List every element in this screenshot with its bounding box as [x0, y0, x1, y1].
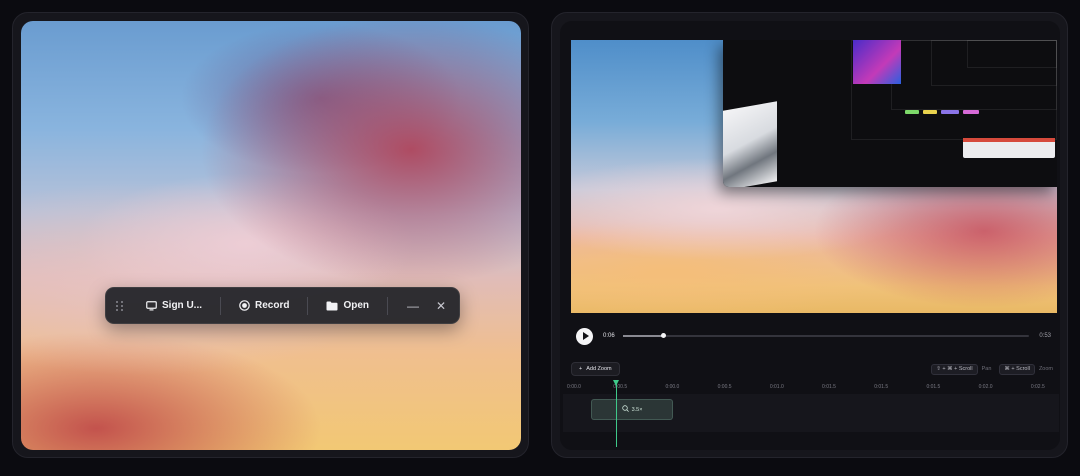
playback-controls: 0:06 0:53: [571, 325, 1057, 347]
zoom-shortcut-key: ⌘ + Scroll: [999, 363, 1035, 375]
folder-icon: [326, 301, 338, 311]
add-zoom-button[interactable]: + Add Zoom: [571, 362, 620, 376]
monitor-icon: [146, 300, 157, 311]
color-swatch: [941, 110, 959, 114]
perspective-grid: [967, 40, 1057, 68]
playhead-handle-icon[interactable]: [613, 380, 619, 386]
timeline-tick-label: 0:01.5: [926, 384, 941, 390]
plus-icon: +: [579, 366, 583, 372]
zoom-shortcut-label: Zoom: [1038, 366, 1053, 372]
timeline-tick-label: 0:00.5: [717, 384, 732, 390]
thumbnail-image: [723, 101, 777, 187]
scrubber-progress: [622, 335, 664, 337]
drag-handle-icon[interactable]: [116, 300, 130, 311]
pan-shortcut-label: Pan: [981, 366, 992, 372]
play-button[interactable]: [576, 327, 593, 345]
timeline-tick-label: 0:00.0: [567, 384, 581, 390]
playhead[interactable]: [613, 380, 619, 447]
playback-scrubber[interactable]: [622, 333, 1030, 338]
open-label: Open: [343, 300, 370, 311]
zoom-in-icon: [621, 405, 629, 414]
source-select-label: Sign U...: [162, 300, 202, 311]
toolbar-divider: [387, 296, 389, 315]
editor-panel: 0:06 0:53 + Add Zoom ⇧ + ⌘ + Scroll Pan …: [560, 21, 1060, 450]
zoom-segment-label: 3.5×: [631, 406, 643, 413]
video-preview[interactable]: [571, 40, 1057, 313]
current-time: 0:06: [603, 333, 615, 339]
minimize-icon[interactable]: —: [406, 299, 420, 313]
record-icon: [239, 300, 250, 311]
timeline-tick-label: 0:02.5: [1030, 384, 1045, 390]
shortcut-hints: ⇧ + ⌘ + Scroll Pan ⌘ + Scroll Zoom: [931, 363, 1057, 375]
zoom-segment[interactable]: 3.5×: [591, 399, 673, 420]
record-label: Record: [255, 300, 290, 311]
recording-toolbar: Sign U... Record Open — ✕: [105, 287, 460, 324]
recorder-window: Sign U... Record Open — ✕: [12, 12, 529, 458]
thumbnail-image: [853, 40, 901, 84]
timeline-tick-label: 0:01.5: [822, 384, 836, 390]
timeline-tick-label: 0:01.5: [874, 384, 889, 390]
pan-shortcut-key: ⇧ + ⌘ + Scroll: [931, 363, 978, 375]
play-icon: [582, 332, 589, 340]
toolbar-divider: [307, 296, 309, 315]
scrubber-handle[interactable]: [661, 333, 667, 338]
end-time: 0:53: [1039, 333, 1051, 339]
editor-window: 0:06 0:53 + Add Zoom ⇧ + ⌘ + Scroll Pan …: [551, 12, 1068, 458]
timeline-tick-label: 0:00.0: [665, 384, 680, 390]
timeline-tick-label: 0:01.0: [769, 384, 784, 390]
source-select-button[interactable]: Sign U...: [146, 300, 202, 311]
timeline-tick-label: 0:02.0: [978, 384, 993, 390]
color-swatch: [923, 110, 937, 114]
desktop-wallpaper: [21, 21, 521, 450]
color-swatch: [905, 110, 919, 114]
open-button[interactable]: Open: [326, 300, 369, 311]
record-button[interactable]: Record: [239, 300, 289, 311]
add-zoom-label: Add Zoom: [586, 366, 612, 372]
toolbar-divider: [220, 296, 221, 315]
close-icon[interactable]: ✕: [434, 299, 448, 313]
timeline-toolbar: + Add Zoom ⇧ + ⌘ + Scroll Pan ⌘ + Scroll…: [571, 362, 1057, 376]
recorded-screen-perspective: [723, 40, 1057, 187]
color-swatch: [963, 110, 979, 114]
mini-window-thumbnail: [963, 138, 1055, 158]
